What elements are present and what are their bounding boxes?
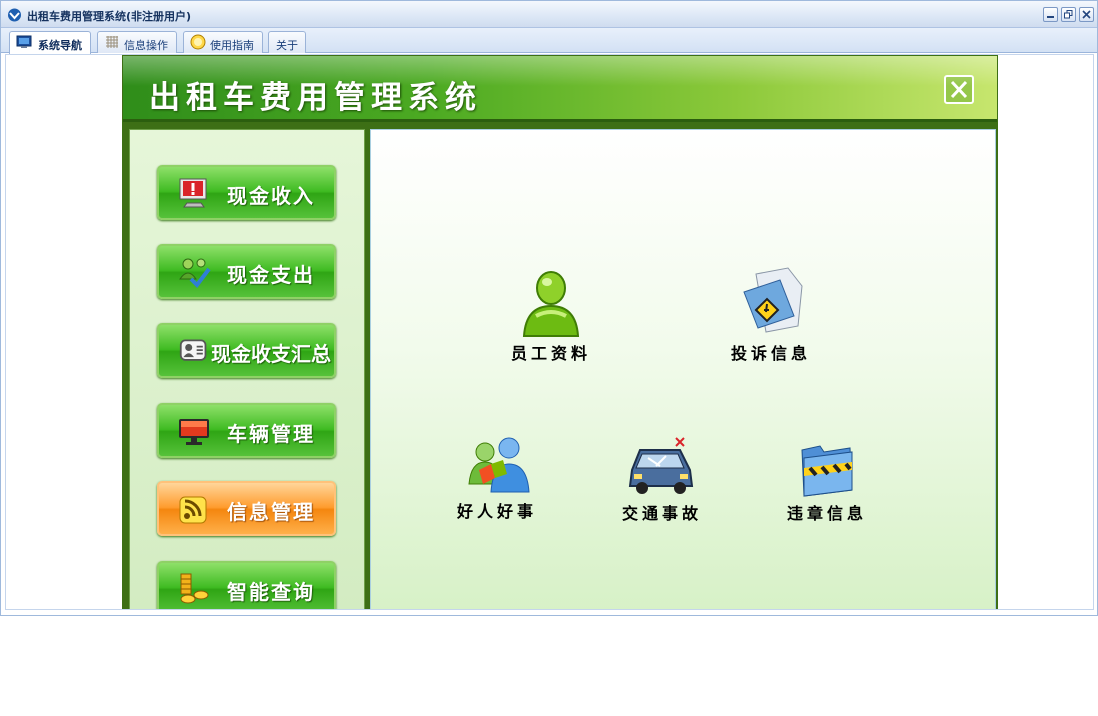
feature-traffic-accident[interactable]: 交通事故 — [614, 436, 710, 524]
tab-user-guide[interactable]: 使用指南 — [183, 31, 263, 53]
crashed-car-icon — [628, 437, 694, 494]
menu-button-smart-query[interactable]: 智能查询 — [157, 561, 336, 609]
menu-label: 现金收支汇总 — [211, 342, 331, 366]
warning-folder-icon — [743, 267, 803, 333]
menu-button-cash-summary[interactable]: 现金收支汇总 — [157, 323, 336, 378]
tab-about[interactable]: 关于 — [268, 31, 306, 53]
banner-title: 出租车费用管理系统 — [149, 80, 482, 116]
close-icon — [950, 80, 968, 99]
feature-label: 违章信息 — [786, 504, 867, 523]
menu-button-info-management[interactable]: 信息管理 — [157, 481, 336, 536]
barrier-folder-icon — [801, 445, 853, 497]
menu-label: 现金收入 — [227, 184, 315, 208]
menu-label: 现金支出 — [227, 263, 315, 287]
tab-label: 关于 — [276, 39, 298, 52]
feature-label: 交通事故 — [621, 504, 702, 523]
tab-label: 系统导航 — [38, 39, 82, 52]
window-title: 出租车费用管理系统(非注册用户) — [27, 10, 192, 23]
user-icon — [522, 271, 580, 337]
app-window: 出租车费用管理系统(非注册用户) 系统导航 信息操作 使用指南 关于 出租车费用… — [0, 0, 1098, 616]
banner: 出租车费用管理系统 — [123, 56, 997, 122]
navigation-panel: 出租车费用管理系统 现金收入 现金支出 现金收支汇总 车辆管理 信息管理 智能查… — [122, 55, 998, 609]
coins-icon — [180, 573, 209, 604]
people-icon — [468, 437, 530, 493]
users-check-icon — [179, 258, 211, 289]
close-icon — [1082, 10, 1091, 19]
menu-label: 智能查询 — [227, 580, 315, 604]
feature-employee-info[interactable]: 员工资料 — [506, 268, 596, 364]
feature-label: 投诉信息 — [730, 344, 811, 363]
feature-area: 员工资料 投诉信息 好人好事 交通事故 违章信息 — [370, 129, 996, 609]
restore-icon — [1064, 10, 1073, 19]
panel-close-button[interactable] — [944, 75, 974, 104]
feature-complaint-info[interactable]: 投诉信息 — [723, 266, 819, 364]
menu-button-cash-expense[interactable]: 现金支出 — [157, 244, 336, 299]
app-logo-icon — [8, 8, 21, 22]
minimize-icon — [1047, 16, 1054, 18]
feature-label: 好人好事 — [456, 502, 537, 521]
tab-system-navigation[interactable]: 系统导航 — [9, 31, 91, 54]
user-card-icon — [179, 339, 207, 361]
help-globe-icon — [190, 34, 206, 50]
menu-button-vehicle-management[interactable]: 车辆管理 — [157, 403, 336, 458]
window-close-button[interactable] — [1079, 7, 1094, 22]
restore-button[interactable] — [1061, 7, 1076, 22]
tab-label: 使用指南 — [210, 39, 254, 52]
tab-content-area: 出租车费用管理系统 现金收入 现金支出 现金收支汇总 车辆管理 信息管理 智能查… — [5, 54, 1094, 610]
tab-info-operation[interactable]: 信息操作 — [97, 31, 177, 53]
monitor-red-icon — [179, 419, 209, 445]
minimize-button[interactable] — [1043, 7, 1058, 22]
feature-good-deeds[interactable]: 好人好事 — [451, 434, 543, 522]
feature-violation-info[interactable]: 违章信息 — [779, 438, 875, 524]
tab-bar: 系统导航 信息操作 使用指南 关于 — [1, 28, 1097, 54]
tab-label: 信息操作 — [124, 39, 168, 52]
grid-icon — [106, 36, 118, 48]
menu-label: 车辆管理 — [227, 422, 315, 446]
menu-button-cash-income[interactable]: 现金收入 — [157, 165, 336, 220]
rss-icon — [179, 496, 207, 524]
menu-label: 信息管理 — [227, 500, 315, 524]
alert-monitor-icon — [179, 178, 207, 208]
feature-label: 员工资料 — [510, 344, 591, 363]
side-menu: 现金收入 现金支出 现金收支汇总 车辆管理 信息管理 智能查询 — [129, 129, 365, 609]
title-bar: 出租车费用管理系统(非注册用户) — [1, 1, 1097, 28]
monitor-icon — [16, 35, 32, 48]
